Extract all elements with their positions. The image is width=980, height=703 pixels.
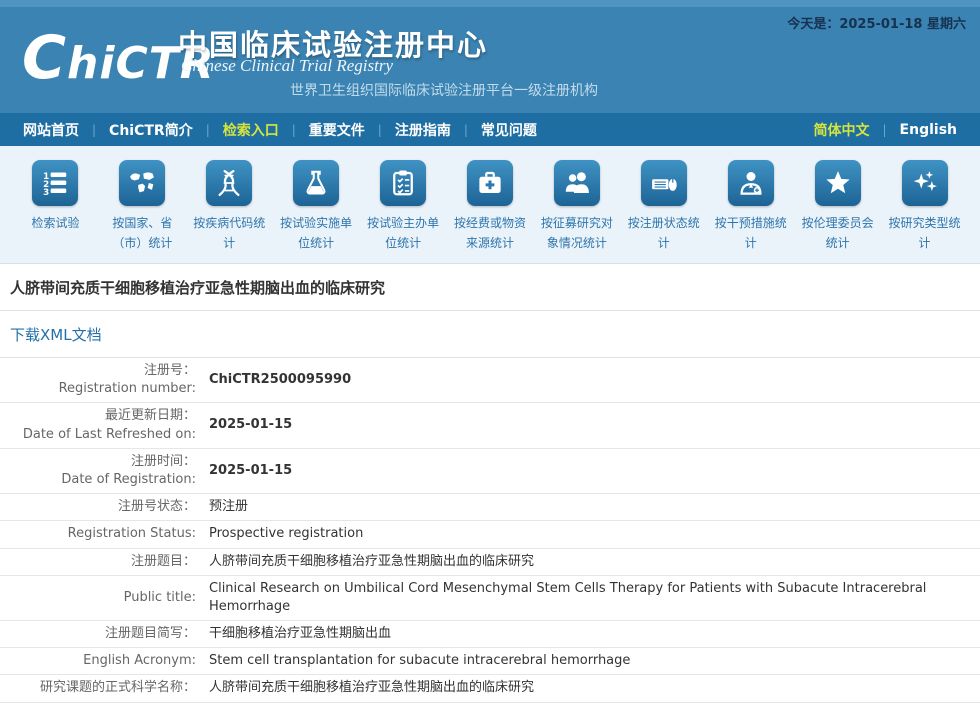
medkit-icon [467, 160, 513, 206]
row-value: 人脐带间充质干细胞移植治疗亚急性期脑出血的临床研究 [209, 679, 980, 697]
row-value: ChiCTR2500095990 [209, 371, 980, 389]
table-row: 注册时间： Date of Registration: 2025-01-15 [0, 449, 980, 494]
svg-text:3: 3 [44, 188, 50, 198]
nav-item-about[interactable]: ChiCTR简介 [96, 120, 206, 140]
doctor-icon [728, 160, 774, 206]
nav-left-group: 网站首页|ChiCTR简介|检索入口|重要文件|注册指南|常见问题 [10, 120, 550, 140]
row-label: 注册题目： [0, 553, 196, 571]
row-label: 最近更新日期： Date of Last Refreshed on: [0, 407, 196, 443]
nav-item-lang-zh[interactable]: 简体中文 [801, 120, 883, 140]
nav-right-group: 简体中文|English [801, 120, 971, 140]
org-subtitle: 世界卫生组织国际临床试验注册平台一级注册机构 [290, 80, 598, 100]
row-label: 研究课题的正式科学名称： [0, 679, 196, 697]
row-label: 注册号： Registration number: [0, 362, 196, 398]
toolbar-item-stats-by-region[interactable]: 按国家、省 （市）统计 [99, 160, 186, 263]
row-value: 预注册 [209, 498, 980, 516]
toolbar-item-label: 按伦理委员会 统计 [802, 213, 874, 254]
nav-item-search-entry[interactable]: 检索入口 [210, 120, 292, 140]
page-title: 人脐带间充质干细胞移植治疗亚急性期脑出血的临床研究 [0, 264, 980, 311]
toolbar-item-label: 按干预措施统 计 [715, 213, 787, 254]
toolbar-item-stats-by-registration-status[interactable]: 按注册状态统 计 [620, 160, 707, 263]
table-row: English Acronym: Stem cell transplantati… [0, 648, 980, 675]
site-header: 今天是：2025-01-18 星期六 ChiCTR 中国临床试验注册中心 Chi… [0, 0, 980, 113]
toolbar-item-label: 按疾病代码统 计 [193, 213, 265, 254]
table-row: 注册号状态： 预注册 [0, 494, 980, 521]
star-icon [815, 160, 861, 206]
toolbar-item-stats-by-ethics-committee[interactable]: 按伦理委员会 统计 [794, 160, 881, 263]
table-row: 研究课题的正式科学名称： 人脐带间充质干细胞移植治疗亚急性期脑出血的临床研究 [0, 675, 980, 702]
keyboard-mouse-icon [641, 160, 687, 206]
statistics-toolbar: 123 检索试验 按国家、省 （市）统计 按疾病代码统 计 按试验实施单 位统计… [0, 146, 980, 264]
table-row: 最近更新日期： Date of Last Refreshed on: 2025-… [0, 403, 980, 448]
table-row: 注册号： Registration number: ChiCTR25000959… [0, 358, 980, 403]
toolbar-item-label: 按试验实施单 位统计 [280, 213, 352, 254]
table-row: 注册题目： 人脐带间充质干细胞移植治疗亚急性期脑出血的临床研究 [0, 549, 980, 576]
toolbar-item-stats-by-funding-source[interactable]: 按经费或物资 来源统计 [447, 160, 534, 263]
sparkles-icon [902, 160, 948, 206]
toolbar-item-search-trials[interactable]: 123 检索试验 [12, 160, 99, 263]
top-strip [0, 0, 980, 7]
toolbar-item-stats-by-intervention[interactable]: 按干预措施统 计 [707, 160, 794, 263]
row-label: 注册题目简写： [0, 625, 196, 643]
brand-title-en: Chinese Clinical Trial Registry [181, 56, 393, 76]
dna-icon [206, 160, 252, 206]
toolbar-item-stats-by-disease-code[interactable]: 按疾病代码统 计 [186, 160, 273, 263]
toolbar-item-label: 按经费或物资 来源统计 [454, 213, 526, 254]
numbered-list-icon: 123 [32, 160, 78, 206]
toolbar-item-label: 检索试验 [31, 213, 79, 233]
toolbar-item-stats-by-sponsor-unit[interactable]: 按试验主办单 位统计 [360, 160, 447, 263]
table-row: Public title: Clinical Research on Umbil… [0, 576, 980, 621]
toolbar-item-stats-by-recruitment[interactable]: 按征募研究对 象情况统计 [533, 160, 620, 263]
row-value: 2025-01-15 [209, 416, 980, 434]
nav-item-lang-en[interactable]: English [887, 122, 970, 138]
toolbar-item-stats-by-implementation-unit[interactable]: 按试验实施单 位统计 [273, 160, 360, 263]
registration-info-table: 注册号： Registration number: ChiCTR25000959… [0, 358, 980, 703]
row-value: Clinical Research on Umbilical Cord Mese… [209, 580, 980, 616]
row-label: Public title: [0, 589, 196, 607]
xml-link-row: 下载XML文档 [0, 311, 980, 358]
toolbar-item-label: 按试验主办单 位统计 [367, 213, 439, 254]
toolbar-item-stats-by-study-type[interactable]: 按研究类型统 计 [881, 160, 968, 263]
clipboard-icon [380, 160, 426, 206]
row-label: Registration Status: [0, 525, 196, 543]
flask-icon [293, 160, 339, 206]
toolbar-item-label: 按国家、省 （市）统计 [112, 213, 172, 254]
toolbar-item-label: 按注册状态统 计 [628, 213, 700, 254]
table-row: Registration Status: Prospective registr… [0, 521, 980, 548]
nav-item-home[interactable]: 网站首页 [10, 120, 92, 140]
nav-item-faq[interactable]: 常见问题 [468, 120, 550, 140]
today-date: 今天是：2025-01-18 星期六 [787, 13, 966, 32]
row-value: 干细胞移植治疗亚急性期脑出血 [209, 625, 980, 643]
nav-item-registration-guide[interactable]: 注册指南 [382, 120, 464, 140]
toolbar-item-label: 按征募研究对 象情况统计 [541, 213, 613, 254]
download-xml-link[interactable]: 下载XML文档 [10, 326, 102, 344]
row-value: Prospective registration [209, 525, 980, 543]
row-label: English Acronym: [0, 652, 196, 670]
row-value: Stem cell transplantation for subacute i… [209, 652, 980, 670]
main-nav: 网站首页|ChiCTR简介|检索入口|重要文件|注册指南|常见问题 简体中文|E… [0, 113, 980, 146]
row-value: 人脐带间充质干细胞移植治疗亚急性期脑出血的临床研究 [209, 553, 980, 571]
table-row: 注册题目简写： 干细胞移植治疗亚急性期脑出血 [0, 621, 980, 648]
row-value: 2025-01-15 [209, 462, 980, 480]
people-icon [554, 160, 600, 206]
row-label: 注册号状态： [0, 498, 196, 516]
row-label: 注册时间： Date of Registration: [0, 453, 196, 489]
nav-item-important-documents[interactable]: 重要文件 [296, 120, 378, 140]
world-map-icon [119, 160, 165, 206]
toolbar-item-label: 按研究类型统 计 [889, 213, 961, 254]
